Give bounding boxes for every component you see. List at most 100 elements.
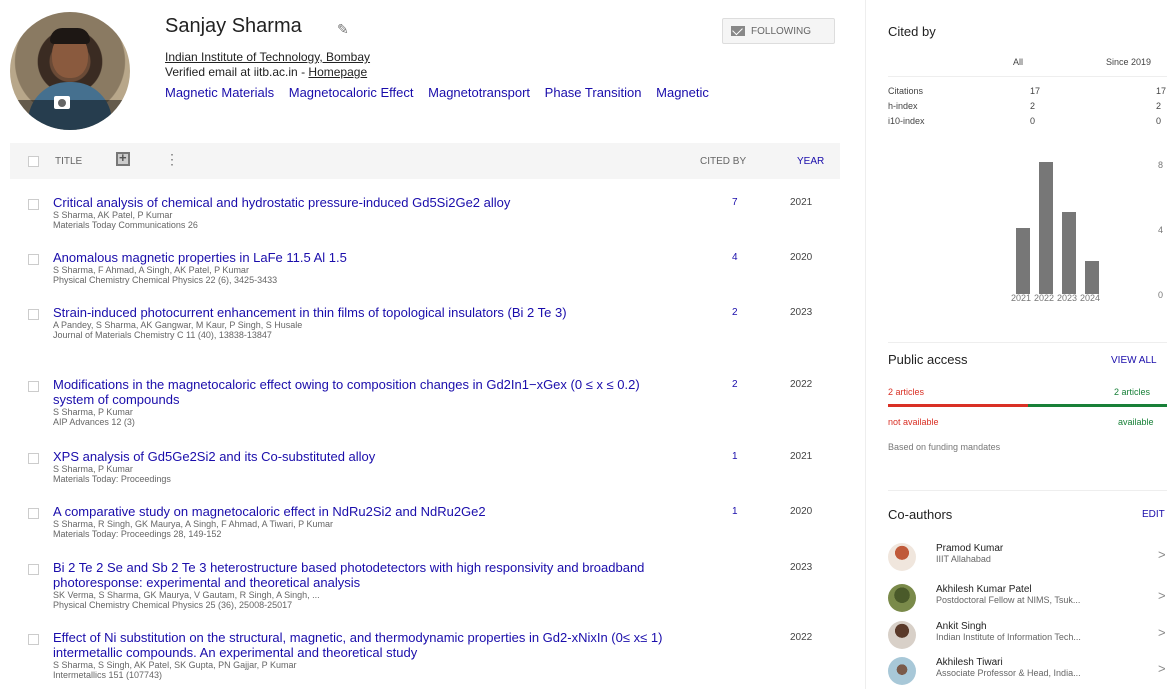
citation-bar-2024[interactable]: [1085, 261, 1099, 294]
article-title[interactable]: Bi 2 Te 2 Se and Sb 2 Te 3 heterostructu…: [53, 560, 673, 590]
article-year: 2023: [790, 307, 813, 318]
col-all-label: All: [1013, 57, 1024, 67]
edit-coauthors-link[interactable]: EDIT: [1142, 509, 1165, 520]
article-title[interactable]: A comparative study on magnetocaloric ef…: [53, 504, 673, 519]
coauthor-avatar: [888, 584, 916, 612]
article-title[interactable]: Anomalous magnetic properties in LaFe 11…: [53, 250, 673, 265]
citations-all: 17: [1030, 86, 1041, 96]
article-year: 2021: [790, 451, 813, 462]
article-cited-count[interactable]: 1: [732, 451, 738, 462]
available-count[interactable]: 2 articles: [1114, 387, 1150, 397]
article-venue: Physical Chemistry Chemical Physics 22 (…: [53, 275, 278, 285]
article-title[interactable]: Critical analysis of chemical and hydros…: [53, 195, 673, 210]
article-checkbox[interactable]: [28, 309, 39, 320]
article-cited-count[interactable]: 2: [732, 379, 738, 390]
sort-by-title[interactable]: TITLE: [55, 156, 82, 167]
article-venue: Physical Chemistry Chemical Physics 25 (…: [53, 600, 293, 610]
article-cited-count[interactable]: 1: [732, 506, 738, 517]
interest-link[interactable]: Magnetotransport: [428, 85, 530, 100]
coauthor-avatar: [888, 657, 916, 685]
hindex-label: h-index: [888, 101, 918, 111]
coauthor-avatar: [888, 621, 916, 649]
article-cited-count[interactable]: 4: [732, 252, 738, 263]
article-venue: Journal of Materials Chemistry C 11 (40)…: [53, 330, 272, 340]
chevron-right-icon[interactable]: >: [1158, 625, 1166, 640]
article-venue: Intermetallics 151 (107743): [53, 670, 163, 680]
article-authors: S Sharma, P Kumar: [53, 407, 133, 417]
coauthor-item[interactable]: Akhilesh Tiwari Associate Professor & He…: [888, 653, 1167, 689]
sort-by-year[interactable]: YEAR: [797, 156, 824, 167]
article-checkbox[interactable]: [28, 564, 39, 575]
select-all-checkbox[interactable]: [28, 156, 39, 167]
homepage-link[interactable]: Homepage: [308, 65, 367, 79]
article-checkbox[interactable]: [28, 508, 39, 519]
cited-by-title: Cited by: [888, 24, 936, 39]
section-rule: [888, 342, 1167, 343]
article-title[interactable]: Strain-induced photocurrent enhancement …: [53, 305, 673, 320]
coauthor-item[interactable]: Pramod Kumar IIIT Allahabad >: [888, 539, 1167, 575]
article-checkbox[interactable]: [28, 634, 39, 645]
citation-bar-2021[interactable]: [1016, 228, 1030, 294]
chevron-right-icon[interactable]: >: [1158, 547, 1166, 562]
article-authors: A Pandey, S Sharma, AK Gangwar, M Kaur, …: [53, 320, 303, 330]
i10index-all: 0: [1030, 116, 1036, 126]
coauthor-name[interactable]: Akhilesh Tiwari: [936, 657, 1003, 668]
articles-table-header: TITLE ⋮ CITED BY YEAR: [10, 143, 840, 179]
article-year: 2021: [790, 197, 813, 208]
profile-name: Sanjay Sharma: [165, 15, 302, 37]
year-tick-label: 2024: [1080, 293, 1101, 303]
hindex-all: 2: [1030, 101, 1036, 111]
hindex-since: 2: [1156, 101, 1162, 111]
article-checkbox[interactable]: [28, 381, 39, 392]
public-access-title: Public access: [888, 352, 968, 367]
article-title[interactable]: Effect of Ni substitution on the structu…: [53, 630, 673, 660]
citation-bar-2023[interactable]: [1062, 211, 1076, 294]
profile-affiliation[interactable]: Indian Institute of Technology, Bombay: [165, 50, 370, 64]
article-cited-count[interactable]: 7: [732, 197, 738, 208]
interest-link[interactable]: Magnetic: [656, 85, 709, 100]
article-authors: S Sharma, S Singh, AK Patel, SK Gupta, P…: [53, 660, 297, 670]
y-tick-label: 4: [1158, 225, 1164, 235]
not-available-count[interactable]: 2 articles: [888, 387, 924, 397]
coauthor-item[interactable]: Ankit Singh Indian Institute of Informat…: [888, 617, 1167, 653]
camera-icon[interactable]: [54, 96, 70, 109]
article-cited-count[interactable]: 2: [732, 307, 738, 318]
article-title[interactable]: Modifications in the magnetocaloric effe…: [53, 377, 673, 407]
i10index-since: 0: [1156, 116, 1162, 126]
chevron-right-icon[interactable]: >: [1158, 588, 1166, 603]
article-checkbox[interactable]: [28, 199, 39, 210]
article-authors: SK Verma, S Sharma, GK Maurya, V Gautam,…: [53, 590, 320, 600]
article-checkbox[interactable]: [28, 453, 39, 464]
following-button[interactable]: FOLLOWING: [722, 18, 835, 44]
profile-email: Verified email at iitb.ac.in - Homepage: [165, 65, 367, 79]
interest-link[interactable]: Magnetocaloric Effect: [289, 85, 414, 100]
more-vert-icon[interactable]: ⋮: [165, 151, 179, 168]
view-all-link[interactable]: VIEW ALL: [1111, 355, 1157, 366]
interest-link[interactable]: Magnetic Materials: [165, 85, 274, 100]
y-tick-label: 8: [1158, 160, 1164, 170]
citation-bar-2022[interactable]: [1039, 162, 1053, 294]
coauthor-name[interactable]: Ankit Singh: [936, 621, 987, 632]
year-tick-label: 2022: [1034, 293, 1055, 303]
sort-by-cited[interactable]: CITED BY: [700, 156, 746, 167]
profile-photo[interactable]: [10, 12, 130, 130]
interest-link[interactable]: Phase Transition: [545, 85, 642, 100]
mail-icon: [731, 26, 745, 36]
following-label: FOLLOWING: [751, 25, 812, 37]
article-authors: S Sharma, F Ahmad, A Singh, AK Patel, P …: [53, 265, 249, 275]
article-checkbox[interactable]: [28, 254, 39, 265]
add-article-icon[interactable]: [116, 150, 130, 166]
cited-table-rule: [888, 76, 1167, 77]
coauthor-name[interactable]: Akhilesh Kumar Patel: [936, 584, 1032, 595]
section-rule: [888, 490, 1167, 491]
article-authors: S Sharma, P Kumar: [53, 464, 133, 474]
article-venue: AIP Advances 12 (3): [53, 417, 135, 427]
i10index-label: i10-index: [888, 116, 925, 126]
chevron-right-icon[interactable]: >: [1158, 661, 1166, 676]
article-authors: S Sharma, AK Patel, P Kumar: [53, 210, 173, 220]
research-interests: Magnetic Materials Magnetocaloric Effect…: [165, 85, 720, 100]
coauthor-item[interactable]: Akhilesh Kumar Patel Postdoctoral Fellow…: [888, 580, 1167, 616]
article-title[interactable]: XPS analysis of Gd5Ge2Si2 and its Co-sub…: [53, 449, 673, 464]
edit-pencil-icon[interactable]: ✎: [337, 21, 349, 38]
coauthor-name[interactable]: Pramod Kumar: [936, 543, 1003, 554]
